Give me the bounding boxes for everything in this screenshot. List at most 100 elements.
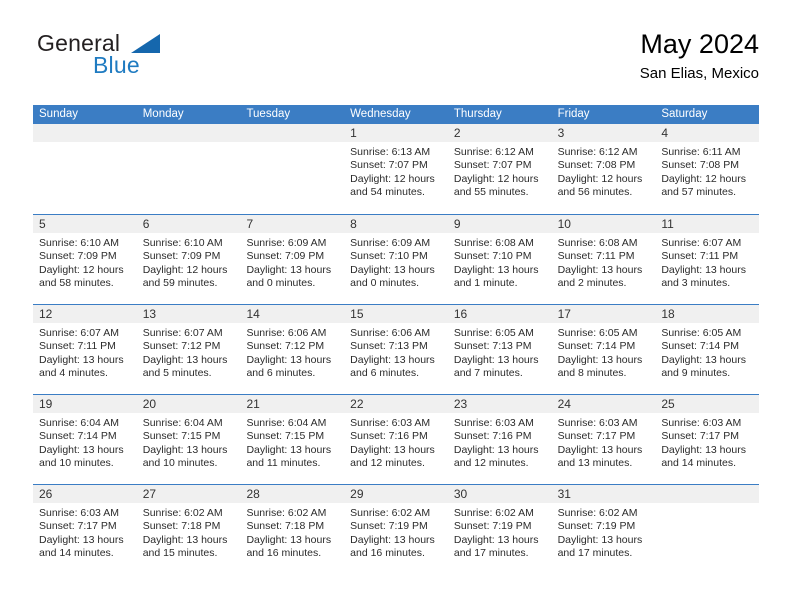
weekday-header-monday: Monday — [142, 108, 184, 120]
calendar-day-cell[interactable]: 25 Sunrise: 6:03 AM Sunset: 7:17 PM Dayligh… — [655, 395, 760, 484]
calendar-day-cell[interactable]: 20 Sunrise: 6:04 AM Sunset: 7:15 PM Dayligh… — [136, 395, 241, 484]
sunset-text: Sunset: 7:08 PM — [557, 159, 636, 172]
day-details: Sunrise: 6:13 AM Sunset: 7:07 PM Daylight:… — [344, 142, 448, 200]
calendar-day-cell[interactable]: 17 Sunrise: 6:05 AM Sunset: 7:14 PM Dayligh… — [551, 305, 656, 394]
daylight-text-line2: and 17 minutes. — [453, 547, 529, 560]
daylight-text-line2: and 58 minutes. — [39, 277, 114, 290]
calendar-day-cell-empty[interactable] — [240, 124, 345, 214]
calendar-day-cell[interactable]: 3 Sunrise: 6:12 AM Sunset: 7:08 PM Daylight… — [551, 124, 656, 214]
calendar-day-cell[interactable]: 15 Sunrise: 6:06 AM Sunset: 7:13 PM Dayligh… — [344, 305, 448, 394]
calendar-day-cell[interactable]: 27 Sunrise: 6:02 AM Sunset: 7:18 PM Dayligh… — [136, 485, 241, 574]
sunrise-text: Sunrise: 6:03 AM — [39, 507, 119, 519]
sunset-text: Sunset: 7:18 PM — [246, 520, 325, 533]
day-details: Sunrise: 6:07 AM Sunset: 7:12 PM Daylight:… — [137, 323, 241, 381]
calendar-day-cell[interactable]: 8 Sunrise: 6:09 AM Sunset: 7:10 PM Daylight… — [344, 215, 448, 304]
calendar-day-cell[interactable]: 7 Sunrise: 6:09 AM Sunset: 7:09 PM Daylight… — [240, 215, 345, 304]
sunset-text: Sunset: 7:12 PM — [142, 340, 221, 353]
day-number: 22 — [344, 395, 448, 413]
page-title: May 2024 — [640, 29, 759, 59]
general-blue-logo[interactable]: General Blue — [33, 30, 253, 88]
calendar-day-cell[interactable]: 21 Sunrise: 6:04 AM Sunset: 7:15 PM Dayligh… — [240, 395, 345, 484]
sunset-text: Sunset: 7:17 PM — [557, 430, 636, 443]
day-number: 14 — [240, 305, 345, 323]
calendar-day-cell[interactable]: 5 Sunrise: 6:10 AM Sunset: 7:09 PM Daylight… — [33, 215, 137, 304]
calendar-day-cell[interactable]: 12 Sunrise: 6:07 AM Sunset: 7:11 PM Dayligh… — [33, 305, 137, 394]
sunrise-text: Sunrise: 6:02 AM — [142, 507, 223, 519]
sunset-text: Sunset: 7:17 PM — [39, 520, 117, 533]
calendar-day-cell[interactable]: 16 Sunrise: 6:05 AM Sunset: 7:13 PM Dayligh… — [447, 305, 552, 394]
day-number: 20 — [136, 395, 241, 413]
sunrise-text: Sunrise: 6:13 AM — [350, 146, 431, 158]
daylight-text-line1: Daylight: 13 hours — [453, 263, 539, 276]
day-details: Sunrise: 6:07 AM Sunset: 7:11 PM Daylight:… — [33, 323, 137, 381]
day-details: Sunrise: 6:12 AM Sunset: 7:08 PM Daylight:… — [552, 142, 656, 200]
sunrise-text: Sunrise: 6:04 AM — [39, 417, 119, 429]
daylight-text-line2: and 55 minutes. — [453, 186, 529, 199]
day-number: 3 — [551, 124, 656, 142]
calendar-day-cell-empty[interactable] — [136, 124, 241, 214]
sunrise-text: Sunrise: 6:05 AM — [661, 327, 742, 339]
day-number: 5 — [33, 215, 137, 233]
daylight-text-line2: and 6 minutes. — [350, 367, 420, 380]
day-details: Sunrise: 6:10 AM Sunset: 7:09 PM Daylight:… — [137, 233, 241, 291]
weekday-header-thursday: Thursday — [453, 108, 502, 120]
calendar-day-cell[interactable]: 2 Sunrise: 6:12 AM Sunset: 7:07 PM Daylight… — [447, 124, 552, 214]
sunrise-text: Sunrise: 6:08 AM — [453, 237, 534, 249]
calendar-day-cell[interactable]: 18 Sunrise: 6:05 AM Sunset: 7:14 PM Dayligh… — [655, 305, 760, 394]
sunset-text: Sunset: 7:19 PM — [350, 520, 428, 533]
daylight-text-line1: Daylight: 12 hours — [557, 172, 643, 185]
day-number: 11 — [655, 215, 760, 233]
day-details: Sunrise: 6:02 AM Sunset: 7:19 PM Daylight:… — [448, 503, 552, 561]
calendar-day-cell[interactable]: 29 Sunrise: 6:02 AM Sunset: 7:19 PM Dayligh… — [344, 485, 448, 574]
calendar-day-cell[interactable]: 28 Sunrise: 6:02 AM Sunset: 7:18 PM Dayligh… — [240, 485, 345, 574]
calendar-day-cell-empty[interactable] — [33, 124, 137, 214]
daylight-text-line2: and 11 minutes. — [246, 457, 321, 470]
sunset-text: Sunset: 7:19 PM — [453, 520, 532, 533]
day-number: 19 — [33, 395, 137, 413]
calendar-day-cell[interactable]: 9 Sunrise: 6:08 AM Sunset: 7:10 PM Daylight… — [447, 215, 552, 304]
calendar-day-cell[interactable]: 22 Sunrise: 6:03 AM Sunset: 7:16 PM Dayligh… — [344, 395, 448, 484]
day-details: Sunrise: 6:09 AM Sunset: 7:10 PM Daylight:… — [344, 233, 448, 291]
daylight-text-line2: and 57 minutes. — [661, 186, 737, 199]
calendar-day-cell[interactable]: 30 Sunrise: 6:02 AM Sunset: 7:19 PM Dayligh… — [447, 485, 552, 574]
daylight-text-line1: Daylight: 13 hours — [39, 443, 124, 456]
weekday-header-row: Sunday Monday Tuesday Wednesday Thursday… — [33, 105, 759, 124]
calendar-day-cell-empty[interactable] — [655, 485, 760, 574]
daylight-text-line1: Daylight: 13 hours — [246, 533, 332, 546]
weekday-header-tuesday: Tuesday — [246, 108, 291, 120]
daylight-text-line2: and 14 minutes. — [661, 457, 737, 470]
daylight-text-line2: and 8 minutes. — [557, 367, 627, 380]
calendar-day-cell[interactable]: 13 Sunrise: 6:07 AM Sunset: 7:12 PM Dayligh… — [136, 305, 241, 394]
day-number: 13 — [136, 305, 241, 323]
calendar-day-cell[interactable]: 1 Sunrise: 6:13 AM Sunset: 7:07 PM Daylight… — [344, 124, 448, 214]
sunrise-text: Sunrise: 6:03 AM — [557, 417, 638, 429]
day-details: Sunrise: 6:02 AM Sunset: 7:18 PM Daylight:… — [240, 503, 344, 561]
day-details: Sunrise: 6:09 AM Sunset: 7:09 PM Daylight:… — [240, 233, 344, 291]
daylight-text-line1: Daylight: 12 hours — [39, 263, 124, 276]
daylight-text-line2: and 12 minutes. — [453, 457, 529, 470]
calendar-day-cell[interactable]: 4 Sunrise: 6:11 AM Sunset: 7:08 PM Daylight… — [655, 124, 760, 214]
day-number: 2 — [447, 124, 552, 142]
calendar-day-cell[interactable]: 6 Sunrise: 6:10 AM Sunset: 7:09 PM Daylight… — [136, 215, 241, 304]
day-number: 9 — [447, 215, 552, 233]
day-details: Sunrise: 6:03 AM Sunset: 7:17 PM Daylight:… — [655, 413, 759, 471]
calendar-day-cell[interactable]: 31 Sunrise: 6:02 AM Sunset: 7:19 PM Dayligh… — [551, 485, 656, 574]
daylight-text-line1: Daylight: 13 hours — [246, 263, 332, 276]
calendar-day-cell[interactable]: 11 Sunrise: 6:07 AM Sunset: 7:11 PM Dayligh… — [655, 215, 760, 304]
daylight-text-line1: Daylight: 13 hours — [350, 353, 435, 366]
daylight-text-line1: Daylight: 13 hours — [350, 533, 435, 546]
calendar-day-cell[interactable]: 10 Sunrise: 6:08 AM Sunset: 7:11 PM Dayligh… — [551, 215, 656, 304]
daylight-text-line2: and 14 minutes. — [39, 547, 114, 560]
logo-text-blue: Blue — [93, 52, 140, 78]
sunrise-text: Sunrise: 6:03 AM — [661, 417, 742, 429]
calendar-day-cell[interactable]: 19 Sunrise: 6:04 AM Sunset: 7:14 PM Dayligh… — [33, 395, 137, 484]
daylight-text-line2: and 13 minutes. — [557, 457, 633, 470]
calendar-day-cell[interactable]: 26 Sunrise: 6:03 AM Sunset: 7:17 PM Dayligh… — [33, 485, 137, 574]
sunset-text: Sunset: 7:11 PM — [557, 250, 635, 263]
calendar-day-cell[interactable]: 14 Sunrise: 6:06 AM Sunset: 7:12 PM Dayligh… — [240, 305, 345, 394]
calendar-day-cell[interactable]: 24 Sunrise: 6:03 AM Sunset: 7:17 PM Dayligh… — [551, 395, 656, 484]
calendar-day-cell[interactable]: 23 Sunrise: 6:03 AM Sunset: 7:16 PM Dayligh… — [447, 395, 552, 484]
sunset-text: Sunset: 7:17 PM — [661, 430, 739, 443]
day-number: 29 — [344, 485, 448, 503]
day-number: 25 — [655, 395, 760, 413]
